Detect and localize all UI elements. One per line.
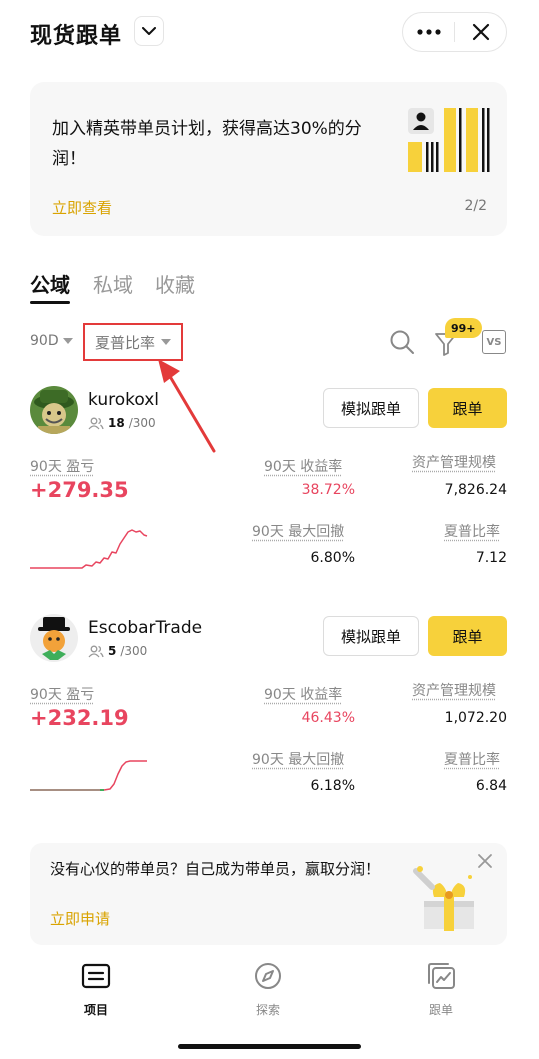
elite-trader-illustration — [408, 108, 490, 172]
chevron-down-icon — [142, 26, 156, 35]
max-followers: /300 — [128, 416, 156, 430]
compass-icon — [255, 963, 281, 989]
nav-label: 跟单 — [428, 1003, 453, 1017]
pnl-sparkline — [30, 529, 148, 569]
mdd-label: 90天 最大回撤 — [252, 752, 345, 768]
roi-value: 46.43% — [301, 710, 355, 726]
pnl-label: 90天 盈亏 — [30, 459, 95, 475]
mdd-value: 6.80% — [310, 550, 355, 566]
trader-name: EscobarTrade — [88, 618, 203, 638]
pnl-sparkline — [30, 760, 147, 791]
users-icon — [88, 417, 104, 429]
home-indicator — [178, 1044, 361, 1049]
nav-item-explore[interactable]: 探索 — [228, 961, 308, 1018]
trader-name: kurokoxl — [88, 390, 160, 410]
sharpe-value: 6.84 — [475, 778, 507, 794]
follow-button[interactable]: 跟单 — [428, 616, 507, 656]
compare-vs-icon[interactable]: VS — [482, 330, 506, 354]
period-label: 90D — [30, 333, 59, 349]
search-icon[interactable] — [389, 329, 415, 355]
sharpe-value: 7.12 — [475, 550, 507, 566]
list-icon — [81, 963, 111, 989]
sharpe-label: 夏普比率 — [444, 524, 500, 540]
simulate-follow-button[interactable]: 模拟跟单 — [323, 616, 419, 656]
nav-item-projects[interactable]: 项目 — [56, 961, 136, 1018]
aum-value: 1,072.20 — [444, 710, 507, 726]
filter-count-badge: 99+ — [445, 318, 482, 338]
period-selector[interactable]: 90D — [30, 333, 73, 349]
caret-down-icon — [161, 339, 171, 345]
users-icon — [88, 645, 104, 657]
more-dots-icon — [416, 29, 441, 35]
aum-label: 资产管理规模 — [412, 683, 496, 699]
filter-row: 90D 夏普比率 99+ VS — [30, 318, 507, 363]
aum-label: 资产管理规模 — [412, 455, 496, 471]
miniapp-capsule — [402, 12, 507, 52]
caret-down-icon — [62, 338, 73, 344]
nav-item-copy-trading[interactable]: 跟单 — [401, 961, 481, 1018]
pnl-label: 90天 盈亏 — [30, 687, 95, 703]
active-tab-indicator — [30, 301, 70, 304]
roi-label: 90天 收益率 — [264, 459, 343, 475]
tab-favorites[interactable]: 收藏 — [155, 269, 195, 298]
page-title: 现货跟单 — [30, 24, 123, 49]
banner-link[interactable]: 立即查看 — [52, 197, 112, 218]
become-trader-promo[interactable]: 没有心仪的带单员？自己成为带单员，赢取分润！ 立即申请 — [30, 843, 507, 945]
follower-count: 18/300 — [88, 416, 156, 430]
gift-illustration — [413, 866, 474, 931]
close-icon — [472, 23, 489, 41]
more-button[interactable] — [403, 12, 454, 52]
sort-selector[interactable]: 夏普比率 — [83, 323, 183, 361]
mdd-value: 6.18% — [310, 778, 355, 794]
apply-now-link[interactable]: 立即申请 — [50, 908, 110, 929]
close-button[interactable] — [455, 12, 506, 52]
bottom-nav: 项目 探索 跟单 — [0, 955, 539, 1035]
follower-count: 5/300 — [88, 644, 147, 658]
nav-label: 探索 — [255, 1003, 280, 1017]
aum-value: 7,826.24 — [444, 482, 507, 498]
sharpe-label: 夏普比率 — [444, 752, 500, 768]
trader-card[interactable]: EscobarTrade 5/300 模拟跟单 跟单 90天 盈亏 +232.1… — [30, 614, 507, 814]
header: 现货跟单 — [0, 12, 539, 54]
banner-page-indicator: 2/2 — [464, 198, 487, 214]
trader-avatar — [30, 614, 78, 662]
simulate-follow-button[interactable]: 模拟跟单 — [323, 388, 419, 428]
banner-text: 加入精英带单员计划，获得高达30%的分润！ — [52, 119, 362, 169]
promo-text: 没有心仪的带单员？自己成为带单员，赢取分润！ — [50, 860, 381, 878]
promo-banner[interactable]: 加入精英带单员计划，获得高达30%的分润！ 立即查看 2/2 — [30, 82, 507, 236]
trader-avatar — [30, 386, 78, 434]
chart-window-icon — [428, 963, 455, 989]
nav-label: 项目 — [83, 1003, 108, 1017]
title-dropdown-button[interactable] — [134, 16, 164, 46]
pnl-value: +232.19 — [30, 706, 129, 730]
current-followers: 5 — [108, 644, 117, 658]
roi-value: 38.72% — [301, 482, 355, 498]
trader-card[interactable]: kurokoxl 18/300 模拟跟单 跟单 90天 盈亏 +279.35 9… — [30, 386, 507, 586]
tab-public[interactable]: 公域 — [30, 269, 70, 298]
sort-label: 夏普比率 — [94, 333, 155, 352]
max-followers: /300 — [120, 644, 148, 658]
mdd-label: 90天 最大回撤 — [252, 524, 345, 540]
pnl-value: +279.35 — [30, 478, 129, 502]
follow-button[interactable]: 跟单 — [428, 388, 507, 428]
tab-private[interactable]: 私域 — [93, 269, 133, 298]
roi-label: 90天 收益率 — [264, 687, 343, 703]
current-followers: 18 — [108, 416, 125, 430]
